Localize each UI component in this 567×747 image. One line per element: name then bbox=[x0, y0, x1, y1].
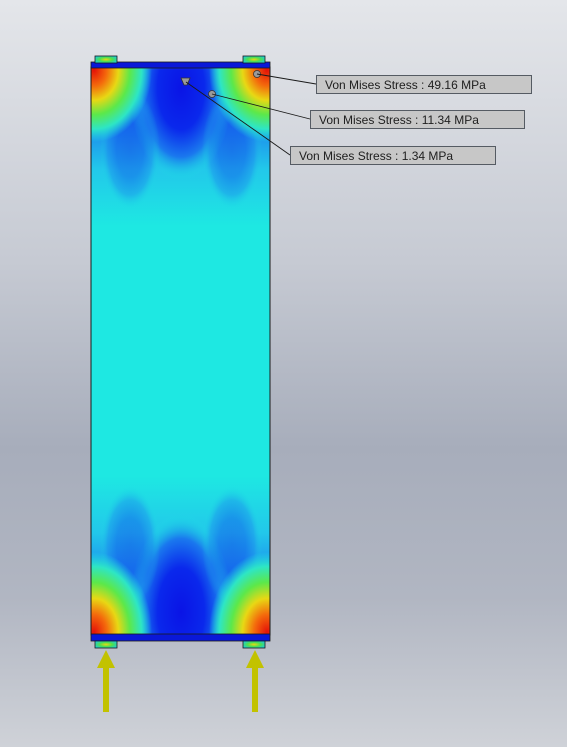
bottom-right-pad bbox=[242, 640, 266, 649]
bottom-end-plate bbox=[90, 633, 271, 642]
probe-separator: : bbox=[417, 78, 428, 92]
probe-separator: : bbox=[391, 149, 402, 163]
probe-value: 11.34 MPa bbox=[421, 113, 479, 127]
probe-value: 49.16 MPa bbox=[427, 78, 486, 92]
bottom-left-pad bbox=[94, 640, 118, 649]
probe-value: 1.34 MPa bbox=[401, 149, 454, 163]
probe-separator: : bbox=[411, 113, 422, 127]
probe-callout-3[interactable]: Von Mises Stress : 1.34 MPa bbox=[290, 146, 496, 165]
probe-label: Von Mises Stress bbox=[319, 113, 412, 127]
probe-label: Von Mises Stress bbox=[299, 149, 392, 163]
probe-callout-2[interactable]: Von Mises Stress : 11.34 MPa bbox=[310, 110, 525, 129]
top-right-pad bbox=[242, 55, 266, 64]
top-left-pad bbox=[94, 55, 118, 64]
column-body bbox=[90, 66, 271, 636]
probe-callout-1[interactable]: Von Mises Stress : 49.16 MPa bbox=[316, 75, 532, 94]
load-arrow-right-icon bbox=[246, 650, 264, 712]
probe-label: Von Mises Stress bbox=[325, 78, 418, 92]
fea-viewport[interactable]: Von Mises Stress : 49.16 MPa Von Mises S… bbox=[0, 0, 567, 747]
load-arrow-left-icon bbox=[97, 650, 115, 712]
